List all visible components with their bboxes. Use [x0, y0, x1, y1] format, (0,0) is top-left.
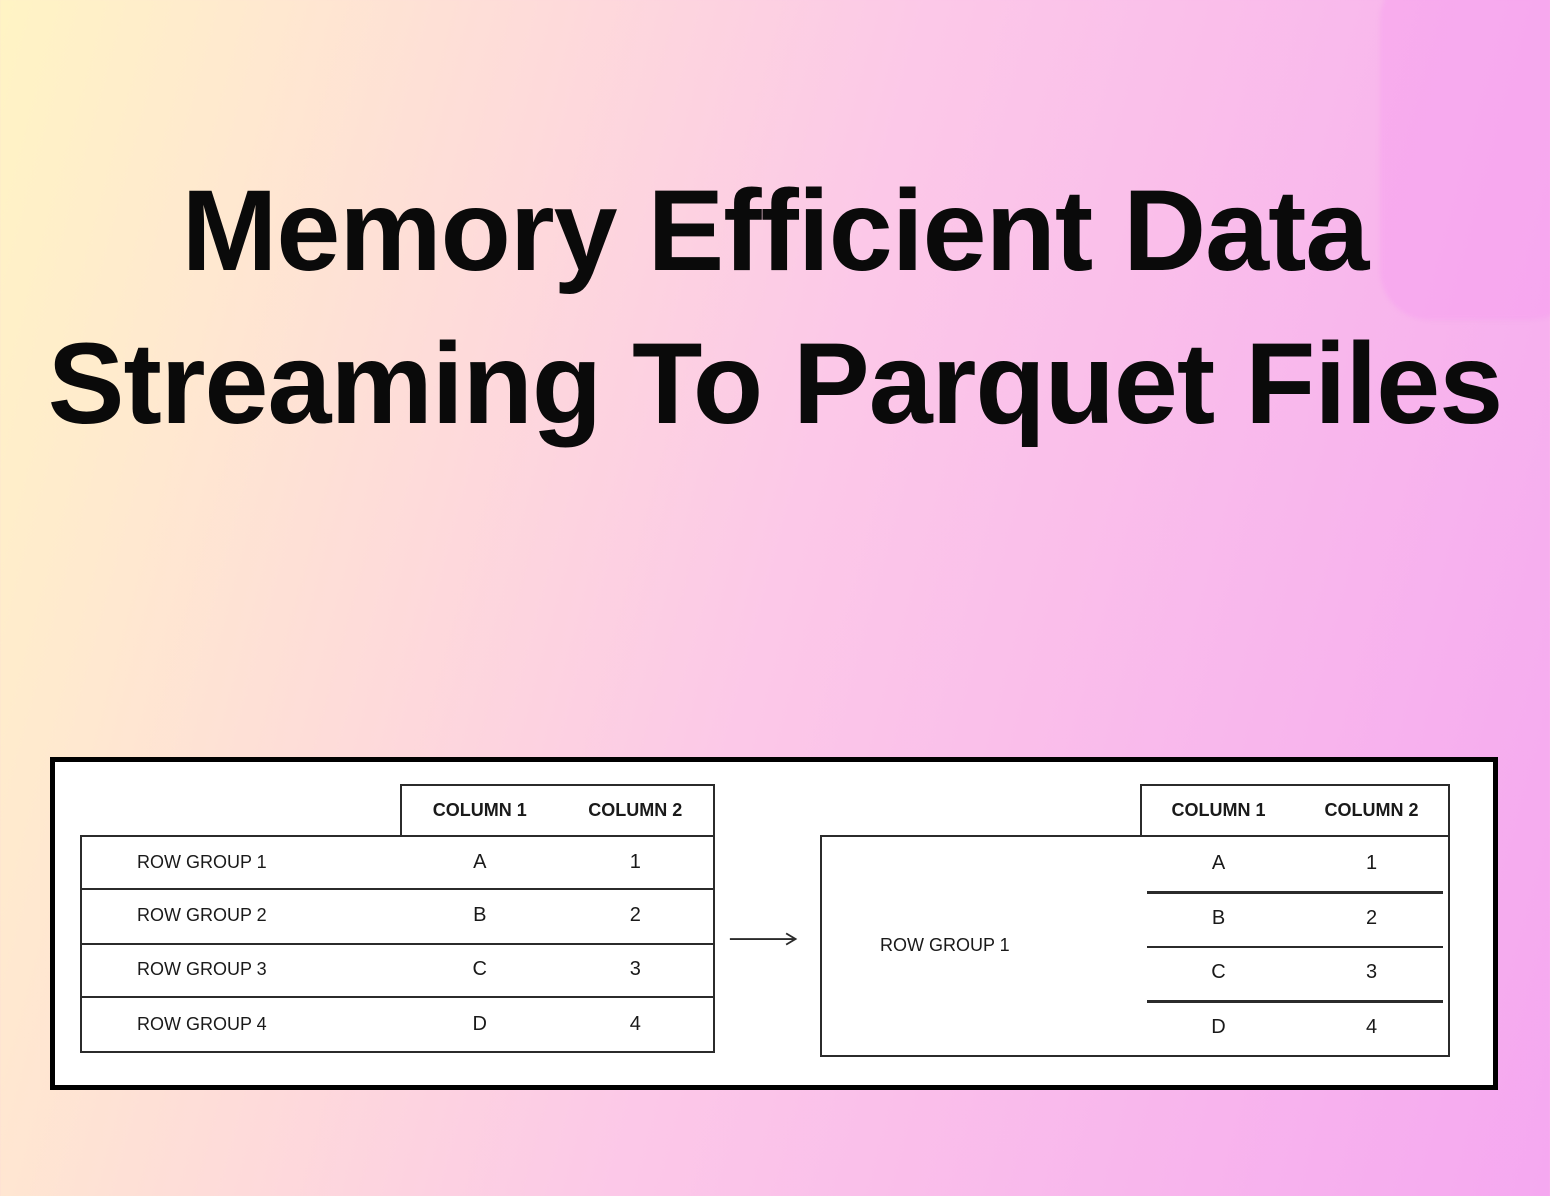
table-row: ROW GROUP 1 A 1 — [80, 835, 715, 890]
cell: 3 — [1295, 946, 1448, 1001]
page-title: Memory Efficient Data Streaming To Parqu… — [0, 155, 1550, 461]
cell: D — [402, 998, 558, 1051]
table-row: A 1 — [1142, 837, 1448, 892]
right-data-cells: A 1 B 2 C 3 D 4 — [1142, 837, 1448, 1055]
cell: 4 — [558, 998, 714, 1051]
right-header-col2: COLUMN 2 — [1295, 786, 1448, 836]
cell: C — [402, 943, 558, 996]
cell: 4 — [1295, 1000, 1448, 1055]
cell: A — [1142, 837, 1295, 892]
row-group-label: ROW GROUP 2 — [82, 889, 402, 943]
table-row: ROW GROUP 4 D 4 — [80, 998, 715, 1053]
row-group-label: ROW GROUP 3 — [82, 943, 402, 996]
right-table-headers: COLUMN 1 COLUMN 2 — [1140, 784, 1450, 836]
cell: C — [1142, 946, 1295, 1001]
cell: 1 — [558, 837, 714, 888]
table-row: ROW GROUP 3 C 3 — [80, 943, 715, 998]
left-table-headers: COLUMN 1 COLUMN 2 — [400, 784, 715, 836]
row-group-label: ROW GROUP 1 — [822, 837, 1142, 1055]
left-table: COLUMN 1 COLUMN 2 ROW GROUP 1 A 1 ROW GR… — [80, 784, 720, 1064]
table-row: C 3 — [1142, 946, 1448, 1001]
cell: A — [402, 837, 558, 888]
cell: D — [1142, 1000, 1295, 1055]
table-row: D 4 — [1142, 1000, 1448, 1055]
cell: B — [402, 889, 558, 943]
left-header-col1: COLUMN 1 — [402, 786, 558, 836]
right-header-col1: COLUMN 1 — [1142, 786, 1295, 836]
cell: 2 — [1295, 891, 1448, 946]
cell: 3 — [558, 943, 714, 996]
cell: B — [1142, 891, 1295, 946]
diagram-container: COLUMN 1 COLUMN 2 ROW GROUP 1 A 1 ROW GR… — [50, 757, 1498, 1090]
row-group-label: ROW GROUP 1 — [82, 837, 402, 888]
table-row: ROW GROUP 2 B 2 — [80, 889, 715, 945]
arrow-icon — [720, 924, 810, 954]
cell: 1 — [1295, 837, 1448, 892]
right-table: COLUMN 1 COLUMN 2 ROW GROUP 1 A 1 B 2 C … — [820, 784, 1460, 1064]
cell: 2 — [558, 889, 714, 943]
right-table-body: ROW GROUP 1 A 1 B 2 C 3 D 4 — [820, 835, 1450, 1057]
row-group-label: ROW GROUP 4 — [82, 998, 402, 1051]
table-row: B 2 — [1142, 891, 1448, 946]
left-header-col2: COLUMN 2 — [558, 786, 714, 836]
